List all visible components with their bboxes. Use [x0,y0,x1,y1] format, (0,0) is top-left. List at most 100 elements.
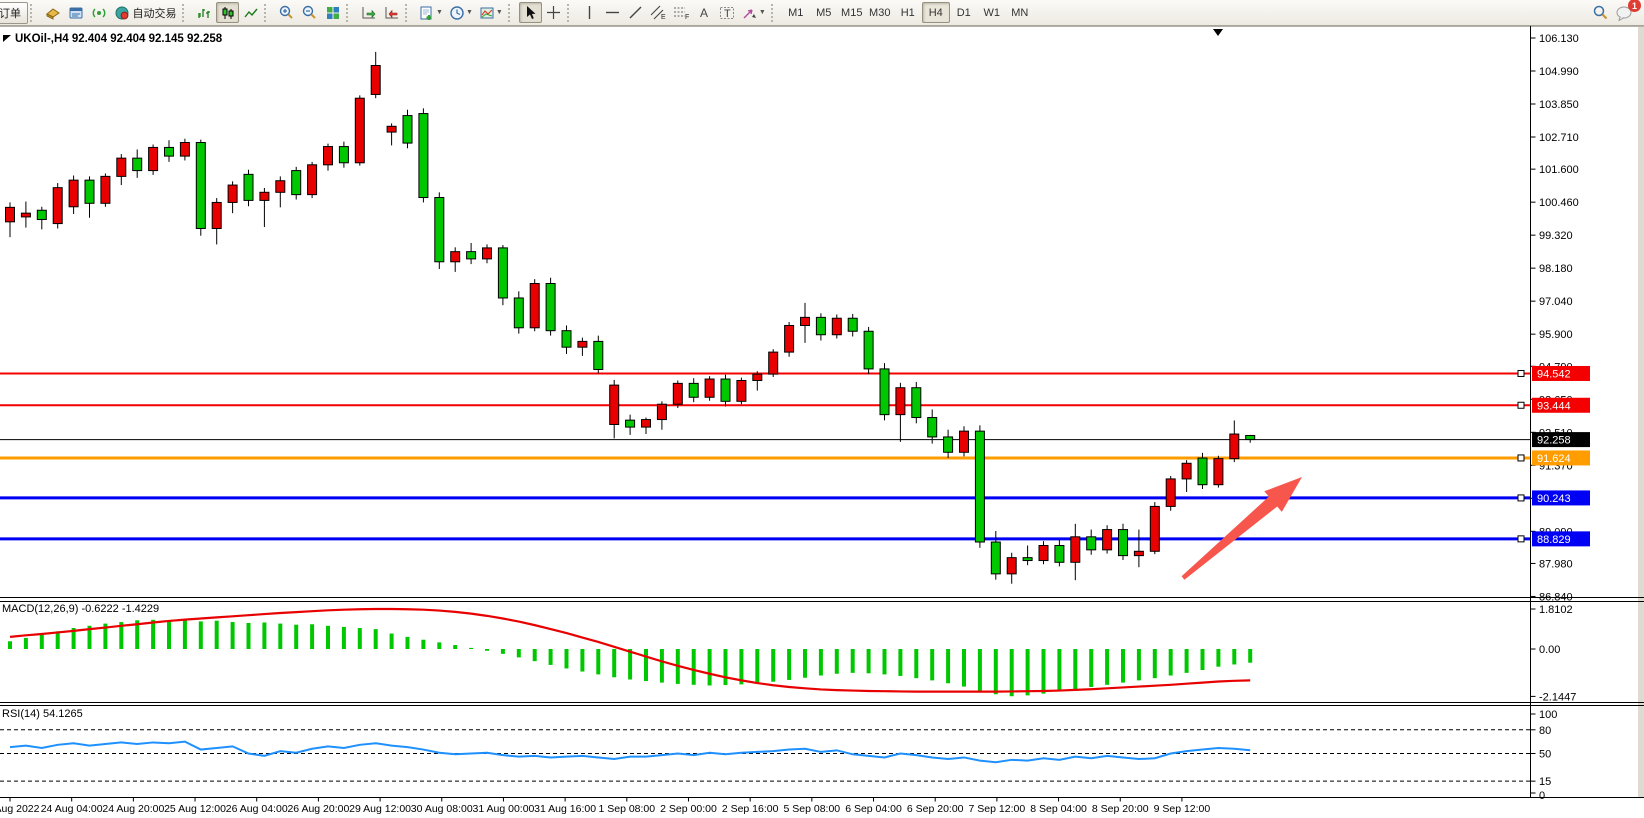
line-handle[interactable] [1518,402,1524,408]
new-chart-button[interactable]: ▼ [416,2,446,23]
candle-body [991,542,1000,574]
candle-body [753,374,762,380]
time-axis-label: 8 Sep 04:00 [1030,803,1087,815]
timeframe-mn-button[interactable]: MN [1006,2,1034,23]
line-chart-mode-button[interactable] [239,2,262,23]
zoom-in-button[interactable] [275,2,298,23]
line-chart-icon [243,5,259,21]
line-handle[interactable] [1518,536,1524,542]
tile-windows-button[interactable] [321,2,344,23]
timeframe-w1-button[interactable]: W1 [978,2,1006,23]
chart-background [0,26,1644,818]
trendline-tool-button[interactable] [624,2,647,23]
horizontal-line-tool-button[interactable] [601,2,624,23]
candle-body [737,380,746,401]
candle-body [642,420,651,428]
auto-scroll-button[interactable] [357,2,380,23]
timeframe-m1-button[interactable]: M1 [782,2,810,23]
dropdown-caret-icon: ▼ [436,9,443,16]
line-handle[interactable] [1518,455,1524,461]
timeframe-m5-button[interactable]: M5 [810,2,838,23]
candle-body [371,66,380,95]
candle-body [514,298,523,328]
rsi-indicator-label: RSI(14) 54.1265 [2,708,83,720]
search-button[interactable] [1589,2,1612,23]
bar-chart-mode-button[interactable] [193,2,216,23]
line-handle[interactable] [1518,495,1524,501]
timeframe-m15-button[interactable]: M15 [838,2,866,23]
arrows-tool-button[interactable]: ▼ [739,2,769,23]
templates-button[interactable]: ▼ [476,2,506,23]
candle-body [498,248,507,298]
signal-button[interactable] [87,2,110,23]
wallet-icon [45,5,61,21]
price-axis-label: 97.040 [1539,296,1573,308]
time-axis-label: 23 Aug 2022 [0,803,40,815]
autotrade-icon [114,5,130,21]
time-axis-label: 8 Sep 20:00 [1092,803,1149,815]
candle-body [117,158,126,176]
chart-shift-button[interactable] [380,2,403,23]
candle-body [165,147,174,156]
text-label-tool-button[interactable]: T [716,2,739,23]
price-axis-label: 101.600 [1539,164,1579,176]
text-tool-button[interactable]: A [693,2,716,23]
terminal-window-button[interactable] [64,2,87,23]
notifications-button[interactable]: 1 [1612,2,1636,23]
right-edge-strip [1638,26,1644,797]
svg-text:T: T [724,8,731,20]
price-axis-label: 100.460 [1539,197,1579,209]
timeframe-h4-button[interactable]: H4 [922,2,950,23]
line-handle[interactable] [1518,370,1524,376]
price-chart[interactable]: 106.130104.990103.850102.710101.600100.4… [0,0,1644,818]
candle-body [1007,558,1016,574]
candle-body [1087,537,1096,550]
price-line-badge-label: 90.243 [1537,493,1571,505]
candlestick-mode-button[interactable] [216,2,239,23]
candle-body [562,331,571,348]
candle-body [1246,435,1255,439]
autotrade-button[interactable]: 自动交易 [110,2,180,23]
candle-body [530,283,539,327]
periods-button[interactable]: ▼ [446,2,476,23]
dropdown-caret-icon: ▼ [466,9,473,16]
rsi-axis-label: 50 [1539,749,1551,761]
vertical-line-icon [582,5,597,20]
cursor-tool-button[interactable] [519,2,542,23]
candle-body [801,317,810,325]
fibonacci-tool-button[interactable]: F [670,2,693,23]
candle-body [546,283,555,330]
candle-body [1182,463,1191,479]
terminal-icon [68,5,84,21]
candle-body [149,147,158,170]
candle-body [1103,530,1112,550]
candle-body [260,192,269,200]
timeframe-d1-button[interactable]: D1 [950,2,978,23]
candle-body [324,147,333,165]
rsi-axis-label: 80 [1539,725,1551,737]
toolbar-grip [405,4,414,22]
time-axis-label: 31 Aug 16:00 [534,803,596,815]
macd-axis-label: -2.1447 [1539,691,1576,703]
equidistant-channel-icon: E [650,5,667,21]
timeframe-h1-button[interactable]: H1 [894,2,922,23]
text-a-icon: A [697,5,712,20]
vertical-line-tool-button[interactable] [578,2,601,23]
fibonacci-icon: F [673,5,690,21]
price-line-badge-label: 91.624 [1537,453,1571,465]
price-line-badge-label: 92.258 [1537,435,1571,447]
price-axis-label: 102.710 [1539,132,1579,144]
new-order-button[interactable]: 订单 [0,2,28,24]
market-watch-button[interactable] [41,2,64,23]
time-axis-label: 30 Aug 08:00 [411,803,473,815]
timeframe-m30-button[interactable]: M30 [866,2,894,23]
price-axis-label: 86.840 [1539,591,1573,603]
candle-body [1198,458,1207,485]
price-axis-label: 99.320 [1539,230,1573,242]
channel-tool-button[interactable]: E [647,2,670,23]
zoom-out-button[interactable] [298,2,321,23]
crosshair-tool-button[interactable] [542,2,565,23]
candle-body [769,352,778,374]
candle-body [689,383,698,397]
candle-body [308,165,317,195]
